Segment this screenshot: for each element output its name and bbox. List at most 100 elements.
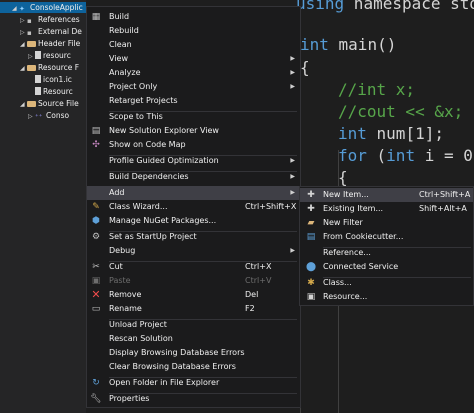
submenu-item-new-item[interactable]: ✚ New Item... Ctrl+Shift+A [300, 188, 473, 202]
code-map-icon: ✣ [92, 140, 100, 150]
tree-item-icon-file[interactable]: icon1.ic [0, 74, 72, 85]
folder-icon [27, 41, 36, 47]
menu-item-clear-browsing-database-errors[interactable]: Clear Browsing Database Errors [87, 360, 300, 374]
rename-icon: ▭ [91, 304, 101, 314]
menu-item-build[interactable]: ▦ Build [87, 10, 300, 24]
menu-item-open-folder-in-file-explorer[interactable]: ↻ Open Folder in File Explorer [87, 376, 300, 390]
menu-item-scope-to-this[interactable]: Scope to This [87, 110, 300, 124]
tree-item-label: icon1.ic [43, 75, 72, 84]
menu-item-label: Unload Project [109, 320, 167, 329]
cut-icon: ✂ [92, 262, 100, 272]
menu-item-properties[interactable]: 🔧︎ Properties [87, 392, 300, 406]
code-line-comment: //int x; [338, 80, 416, 99]
submenu-item-label: Existing Item... [323, 204, 384, 213]
project-icon: ✦ [19, 5, 25, 13]
collapse-arrow-icon[interactable]: ◢ [20, 99, 27, 110]
menu-item-show-on-code-map[interactable]: ✣ Show on Code Map [87, 138, 300, 152]
menu-item-add[interactable]: Add ▶ [87, 186, 300, 200]
tree-item-project[interactable]: ◢ ✦ ConsoleApplic [0, 2, 86, 13]
folder-icon [27, 101, 36, 107]
menu-item-label: Analyze [109, 68, 141, 77]
tree-item-label: Resource F [38, 63, 80, 72]
menu-item-rename[interactable]: ▭ Rename F2 [87, 302, 300, 316]
menu-item-manage-nuget-packages[interactable]: ⬢ Manage NuGet Packages... [87, 214, 300, 228]
menu-item-retarget-projects[interactable]: Retarget Projects [87, 94, 300, 108]
submenu-arrow-icon: ▶ [290, 69, 295, 76]
external-dependencies-icon: ▪ [27, 29, 32, 37]
refresh-folder-icon: ↻ [92, 378, 100, 388]
menu-item-label: Class Wizard... [109, 202, 168, 211]
menu-item-analyze[interactable]: Analyze ▶ [87, 66, 300, 80]
submenu-item-existing-item[interactable]: ✚ Existing Item... Shift+Alt+A [300, 202, 473, 216]
tree-item-header-files[interactable]: ◢ Header File [0, 38, 80, 49]
menu-item-rescan-solution[interactable]: Rescan Solution [87, 332, 300, 346]
menu-item-profile-guided-optimization[interactable]: Profile Guided Optimization ▶ [87, 154, 300, 168]
folder-icon [27, 65, 36, 71]
expand-arrow-icon[interactable]: ▷ [20, 15, 27, 26]
menu-item-shortcut: Ctrl+X [245, 262, 272, 271]
expand-arrow-icon[interactable]: ▷ [28, 51, 35, 62]
menu-item-label: Debug [109, 246, 136, 255]
menu-item-label: Rescan Solution [109, 334, 173, 343]
submenu-arrow-icon: ▶ [290, 189, 295, 196]
submenu-item-new-filter[interactable]: ▰ New Filter [300, 216, 473, 230]
code-line-main: int main() [300, 35, 397, 54]
submenu-item-resource[interactable]: ▣ Resource... [300, 290, 473, 304]
menu-item-label: Remove [109, 290, 142, 299]
menu-item-remove[interactable]: ✕ Remove Del [87, 288, 300, 302]
submenu-item-label: Resource... [323, 292, 368, 301]
connected-service-icon: ⬤ [305, 262, 317, 272]
tree-item-source-files[interactable]: ◢ Source File [0, 98, 79, 109]
menu-item-label: Build Dependencies [109, 172, 189, 181]
icon-file-icon [35, 75, 41, 83]
wrench-icon: 🔧︎ [90, 394, 102, 404]
menu-item-label: Clear Browsing Database Errors [109, 362, 236, 371]
submenu-item-label: Connected Service [323, 262, 399, 271]
menu-item-rebuild[interactable]: Rebuild [87, 24, 300, 38]
menu-item-unload-project[interactable]: Unload Project [87, 318, 300, 332]
collapse-arrow-icon[interactable]: ◢ [12, 3, 19, 14]
menu-item-set-as-startup-project[interactable]: ⚙ Set as StartUp Project [87, 230, 300, 244]
tree-item-cpp-source[interactable]: ▷ ⁺⁺ Conso [0, 110, 69, 121]
menu-item-label: Cut [109, 262, 123, 271]
menu-item-project-only[interactable]: Project Only ▶ [87, 80, 300, 94]
paste-icon: ▣ [91, 276, 101, 286]
collapse-arrow-icon[interactable]: ◢ [20, 39, 27, 50]
menu-item-shortcut: F2 [245, 304, 255, 313]
submenu-item-class[interactable]: ✱ Class... [300, 276, 473, 290]
submenu-item-connected-service[interactable]: ⬤ Connected Service [300, 260, 473, 274]
menu-item-view[interactable]: View ▶ [87, 52, 300, 66]
menu-item-paste[interactable]: ▣ Paste Ctrl+V [87, 274, 300, 288]
menu-item-clean[interactable]: Clean [87, 38, 300, 52]
tree-item-resource-files[interactable]: ◢ Resource F [0, 62, 79, 73]
menu-item-shortcut: Del [245, 290, 259, 299]
tree-item-external-dependencies[interactable]: ▷ ▪ External De [0, 26, 82, 37]
tree-item-references[interactable]: ▷ ▪ References [0, 14, 80, 25]
menu-item-label: Add [109, 188, 125, 197]
submenu-arrow-icon: ▶ [290, 157, 295, 164]
menu-item-label: Clean [109, 40, 132, 49]
menu-item-debug[interactable]: Debug ▶ [87, 244, 300, 258]
submenu-item-reference[interactable]: Reference... [300, 246, 473, 260]
tree-item-header-resource[interactable]: ▷ resourc [0, 50, 71, 61]
expand-arrow-icon[interactable]: ▷ [28, 111, 35, 122]
menu-item-shortcut: Ctrl+Shift+X [245, 202, 297, 211]
menu-item-class-wizard[interactable]: ✎ Class Wizard... Ctrl+Shift+X [87, 200, 300, 214]
menu-item-display-browsing-database-errors[interactable]: Display Browsing Database Errors [87, 346, 300, 360]
build-icon: ▦ [91, 12, 101, 22]
submenu-item-from-cookiecutter[interactable]: ▤ From Cookiecutter... [300, 230, 473, 244]
collapse-arrow-icon[interactable]: ◢ [20, 63, 27, 74]
menu-item-label: Show on Code Map [109, 140, 186, 149]
menu-item-new-solution-explorer-view[interactable]: ▤ New Solution Explorer View [87, 124, 300, 138]
tree-item-label: Header File [38, 39, 81, 48]
resource-icon: ▣ [306, 292, 316, 302]
menu-item-label: View [109, 54, 128, 63]
tree-item-resource-script[interactable]: Resourc [0, 86, 73, 97]
add-submenu: ✚ New Item... Ctrl+Shift+A ✚ Existing It… [299, 186, 474, 306]
menu-item-cut[interactable]: ✂ Cut Ctrl+X [87, 260, 300, 274]
references-icon: ▪ [27, 17, 32, 25]
expand-arrow-icon[interactable]: ▷ [20, 27, 27, 38]
submenu-arrow-icon: ▶ [290, 83, 295, 90]
menu-item-build-dependencies[interactable]: Build Dependencies ▶ [87, 170, 300, 184]
cookiecutter-icon: ▤ [306, 232, 316, 242]
